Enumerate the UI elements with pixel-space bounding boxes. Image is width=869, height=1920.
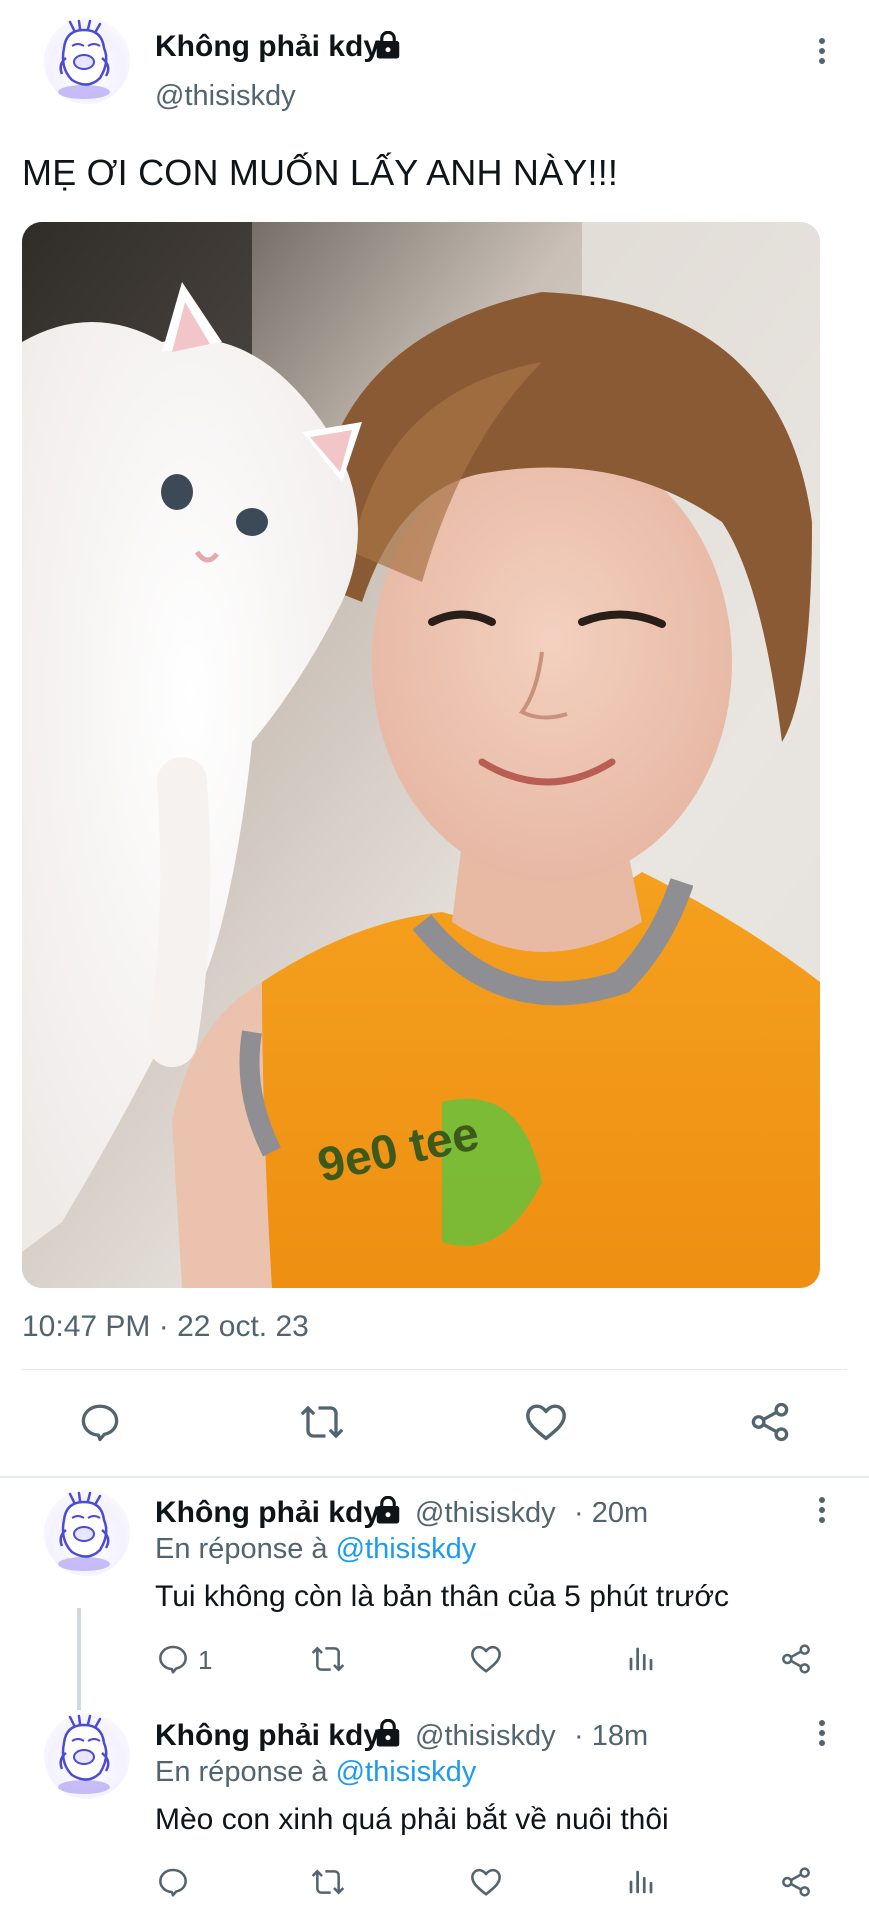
share-icon[interactable]	[780, 1866, 812, 1898]
avatar[interactable]	[44, 18, 130, 104]
reply-author-name[interactable]: Không phải kdy	[155, 1496, 380, 1530]
analytics-icon[interactable]	[626, 1866, 656, 1898]
reply-icon[interactable]	[79, 1401, 121, 1443]
reply-time: · 18m	[574, 1720, 649, 1752]
reply-mention-link[interactable]: @thisiskdy	[336, 1533, 477, 1565]
reply-author-handle[interactable]: @thisiskdy	[415, 1720, 556, 1753]
tweet-photo[interactable]: 9e0 tee	[22, 222, 820, 1288]
reply-context: En réponse à @thisiskdy	[155, 1756, 476, 1789]
like-icon[interactable]	[469, 1867, 503, 1897]
reply-context: En réponse à @thisiskdy	[155, 1533, 476, 1566]
divider	[22, 1369, 847, 1370]
retweet-icon[interactable]	[310, 1866, 346, 1898]
thread-line	[77, 1608, 81, 1710]
reply-mention-link[interactable]: @thisiskdy	[336, 1756, 477, 1788]
like-icon[interactable]	[524, 1402, 568, 1442]
reply-time: · 20m	[574, 1497, 649, 1529]
reply-prefix: En réponse à	[155, 1756, 328, 1788]
like-icon[interactable]	[469, 1644, 503, 1674]
reply-author-name[interactable]: Không phải kdy	[155, 1719, 380, 1753]
more-options-icon[interactable]	[812, 1493, 832, 1533]
lock-icon	[373, 1719, 403, 1749]
more-options-icon[interactable]	[812, 1716, 832, 1756]
reply-prefix: En réponse à	[155, 1533, 328, 1565]
avatar[interactable]	[44, 1490, 130, 1576]
more-options-icon[interactable]	[812, 34, 832, 74]
lock-icon	[373, 1496, 403, 1526]
author-handle[interactable]: @thisiskdy	[155, 80, 296, 113]
reply-text: Mèo con xinh quá phải bắt về nuôi thôi	[155, 1803, 669, 1836]
lock-icon	[373, 31, 403, 61]
reply-author-handle[interactable]: @thisiskdy	[415, 1497, 556, 1530]
reply-icon[interactable]	[157, 1643, 189, 1675]
retweet-icon[interactable]	[310, 1643, 346, 1675]
analytics-icon[interactable]	[626, 1643, 656, 1675]
reply-text: Tui không còn là bản thân của 5 phút trư…	[155, 1580, 729, 1613]
tweet-timestamp[interactable]: 10:47 PM · 22 oct. 23	[22, 1310, 309, 1344]
tweet-text: MẸ ƠI CON MUỐN LẤY ANH NÀY!!!	[22, 152, 619, 193]
section-divider	[0, 1476, 869, 1478]
reply-icon[interactable]	[157, 1866, 189, 1898]
reply-count: 1	[198, 1645, 213, 1675]
author-name[interactable]: Không phải kdy	[155, 30, 380, 64]
retweet-icon[interactable]	[299, 1401, 345, 1443]
avatar[interactable]	[44, 1713, 130, 1799]
share-icon[interactable]	[780, 1643, 812, 1675]
share-icon[interactable]	[748, 1401, 792, 1443]
